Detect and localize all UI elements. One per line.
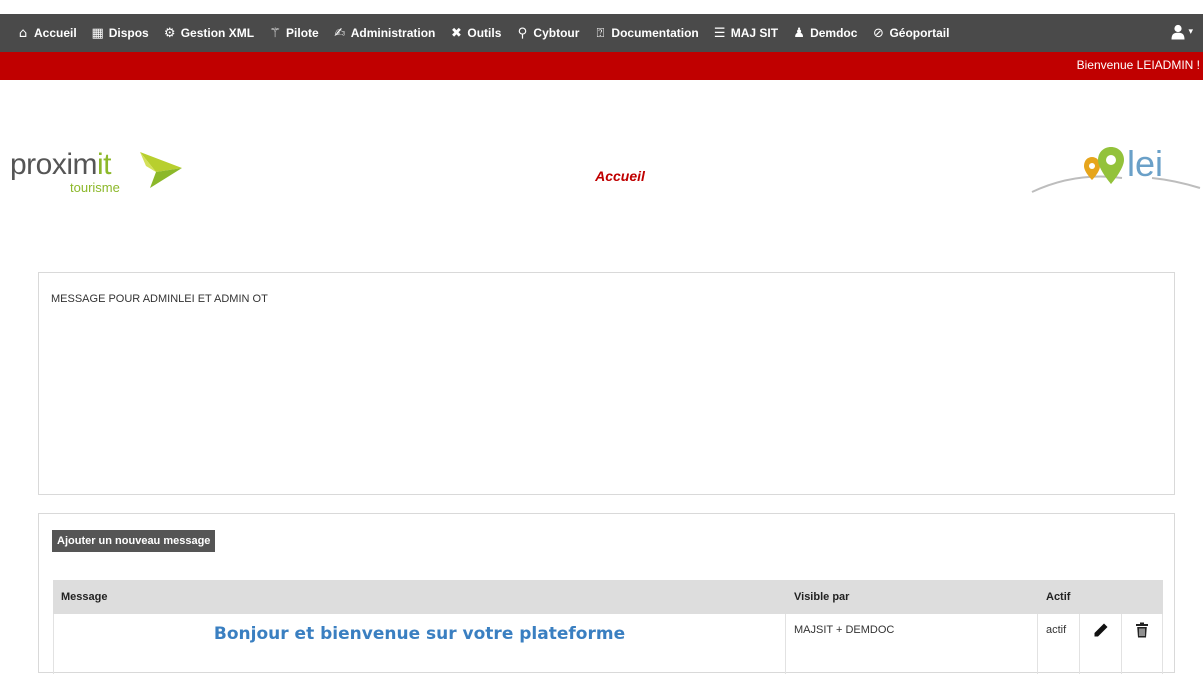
welcome-banner: Bienvenue LEIADMIN ! bbox=[0, 52, 1203, 80]
proximit-logo: proximit tourisme bbox=[10, 148, 182, 200]
arrow-logo-icon bbox=[140, 152, 182, 188]
home-icon: ⌂ bbox=[18, 25, 28, 41]
edit-button[interactable] bbox=[1080, 614, 1122, 674]
proximit-brand: proximit bbox=[10, 148, 112, 181]
lei-logo-text: lei bbox=[1127, 143, 1164, 184]
table-header: Message Visible par Actif bbox=[53, 580, 1163, 614]
magic-wand-icon: ⚚ bbox=[269, 25, 281, 41]
nav-item-cybtour[interactable]: ⚲ Cybtour bbox=[515, 25, 580, 41]
nav-item-geoportail[interactable]: ⊘ Géoportail bbox=[871, 26, 949, 41]
brand-main: proxim bbox=[10, 148, 98, 181]
search-icon: ⚲ bbox=[517, 25, 528, 41]
nav-item-label: Cybtour bbox=[533, 26, 580, 40]
column-header-edit bbox=[1080, 580, 1122, 614]
admin-icon: ✍ bbox=[334, 25, 346, 41]
gear-icon: ⚙ bbox=[163, 25, 176, 41]
nav-item-administration[interactable]: ✍ Administration bbox=[333, 25, 436, 41]
message-text: MESSAGE POUR ADMINLEI ET ADMIN OT bbox=[51, 293, 268, 305]
nav-item-maj-sit[interactable]: ☰ MAJ SIT bbox=[713, 26, 778, 41]
map-pin-logo-icon bbox=[1031, 147, 1201, 193]
message-panel: MESSAGE POUR ADMINLEI ET ADMIN OT bbox=[38, 272, 1175, 495]
users-icon: ♟ bbox=[793, 25, 805, 41]
nav-item-pilote[interactable]: ⚚ Pilote bbox=[268, 26, 319, 41]
welcome-text: Bienvenue LEIADMIN ! bbox=[1076, 58, 1200, 72]
nav-item-label: Administration bbox=[350, 26, 436, 40]
nav-item-label: Pilote bbox=[286, 26, 319, 40]
trash-icon bbox=[1136, 622, 1148, 638]
nav-item-accueil[interactable]: ⌂ Accueil bbox=[16, 26, 77, 41]
column-header-delete bbox=[1122, 580, 1163, 614]
column-header-actif: Actif bbox=[1046, 591, 1071, 603]
messages-table: Message Visible par Actif Bonjour et bie… bbox=[53, 580, 1163, 674]
row-message: Bonjour et bienvenue sur votre plateform… bbox=[53, 614, 786, 674]
lei-logo: lei bbox=[1022, 144, 1203, 200]
delete-button[interactable] bbox=[1122, 614, 1163, 674]
nav-item-dispos[interactable]: ▦ Dispos bbox=[91, 26, 149, 41]
question-icon: ⍰ bbox=[596, 25, 605, 41]
nav-item-label: Accueil bbox=[34, 26, 77, 40]
add-message-button[interactable]: Ajouter un nouveau message bbox=[52, 530, 216, 552]
chevron-down-icon: ▾ bbox=[1188, 27, 1193, 37]
nav-item-label: Dispos bbox=[108, 26, 149, 40]
user-icon bbox=[1171, 24, 1185, 40]
top-navbar: ⌂ Accueil ▦ Dispos ⚙ Gestion XML ⚚ Pilot… bbox=[0, 14, 1203, 52]
compass-icon: ⊘ bbox=[872, 25, 884, 41]
table-row: Bonjour et bienvenue sur votre plateform… bbox=[53, 614, 1163, 674]
user-menu-toggle[interactable]: ▾ bbox=[1171, 24, 1193, 40]
nav-item-demdoc[interactable]: ♟ Demdoc bbox=[792, 26, 857, 41]
nav-item-outils[interactable]: ✖ Outils bbox=[449, 26, 501, 41]
tools-icon: ✖ bbox=[450, 25, 462, 41]
pencil-icon bbox=[1094, 623, 1107, 637]
nav-item-label: Demdoc bbox=[810, 26, 858, 40]
column-header-message: Message bbox=[61, 591, 108, 603]
nav-item-documentation[interactable]: ⍰ Documentation bbox=[593, 25, 699, 41]
column-header-visible-par: Visible par bbox=[794, 591, 850, 603]
nav-item-label: Outils bbox=[467, 26, 502, 40]
nav-item-label: Gestion XML bbox=[180, 26, 255, 40]
messages-list-panel: Ajouter un nouveau message Message Visib… bbox=[38, 513, 1175, 674]
page-title: Accueil bbox=[595, 168, 645, 184]
list-icon: ☰ bbox=[713, 25, 726, 41]
nav-item-gestion-xml[interactable]: ⚙ Gestion XML bbox=[163, 26, 254, 41]
row-visible-par: MAJSIT + DEMDOC bbox=[786, 614, 1038, 674]
nav-item-label: MAJ SIT bbox=[730, 26, 779, 40]
nav-item-label: Géoportail bbox=[889, 26, 950, 40]
brand-accent: it bbox=[97, 148, 112, 181]
proximit-sub: tourisme bbox=[70, 180, 120, 195]
nav-item-label: Documentation bbox=[611, 26, 699, 40]
calendar-icon: ▦ bbox=[91, 25, 104, 41]
row-actif: actif bbox=[1038, 614, 1080, 674]
